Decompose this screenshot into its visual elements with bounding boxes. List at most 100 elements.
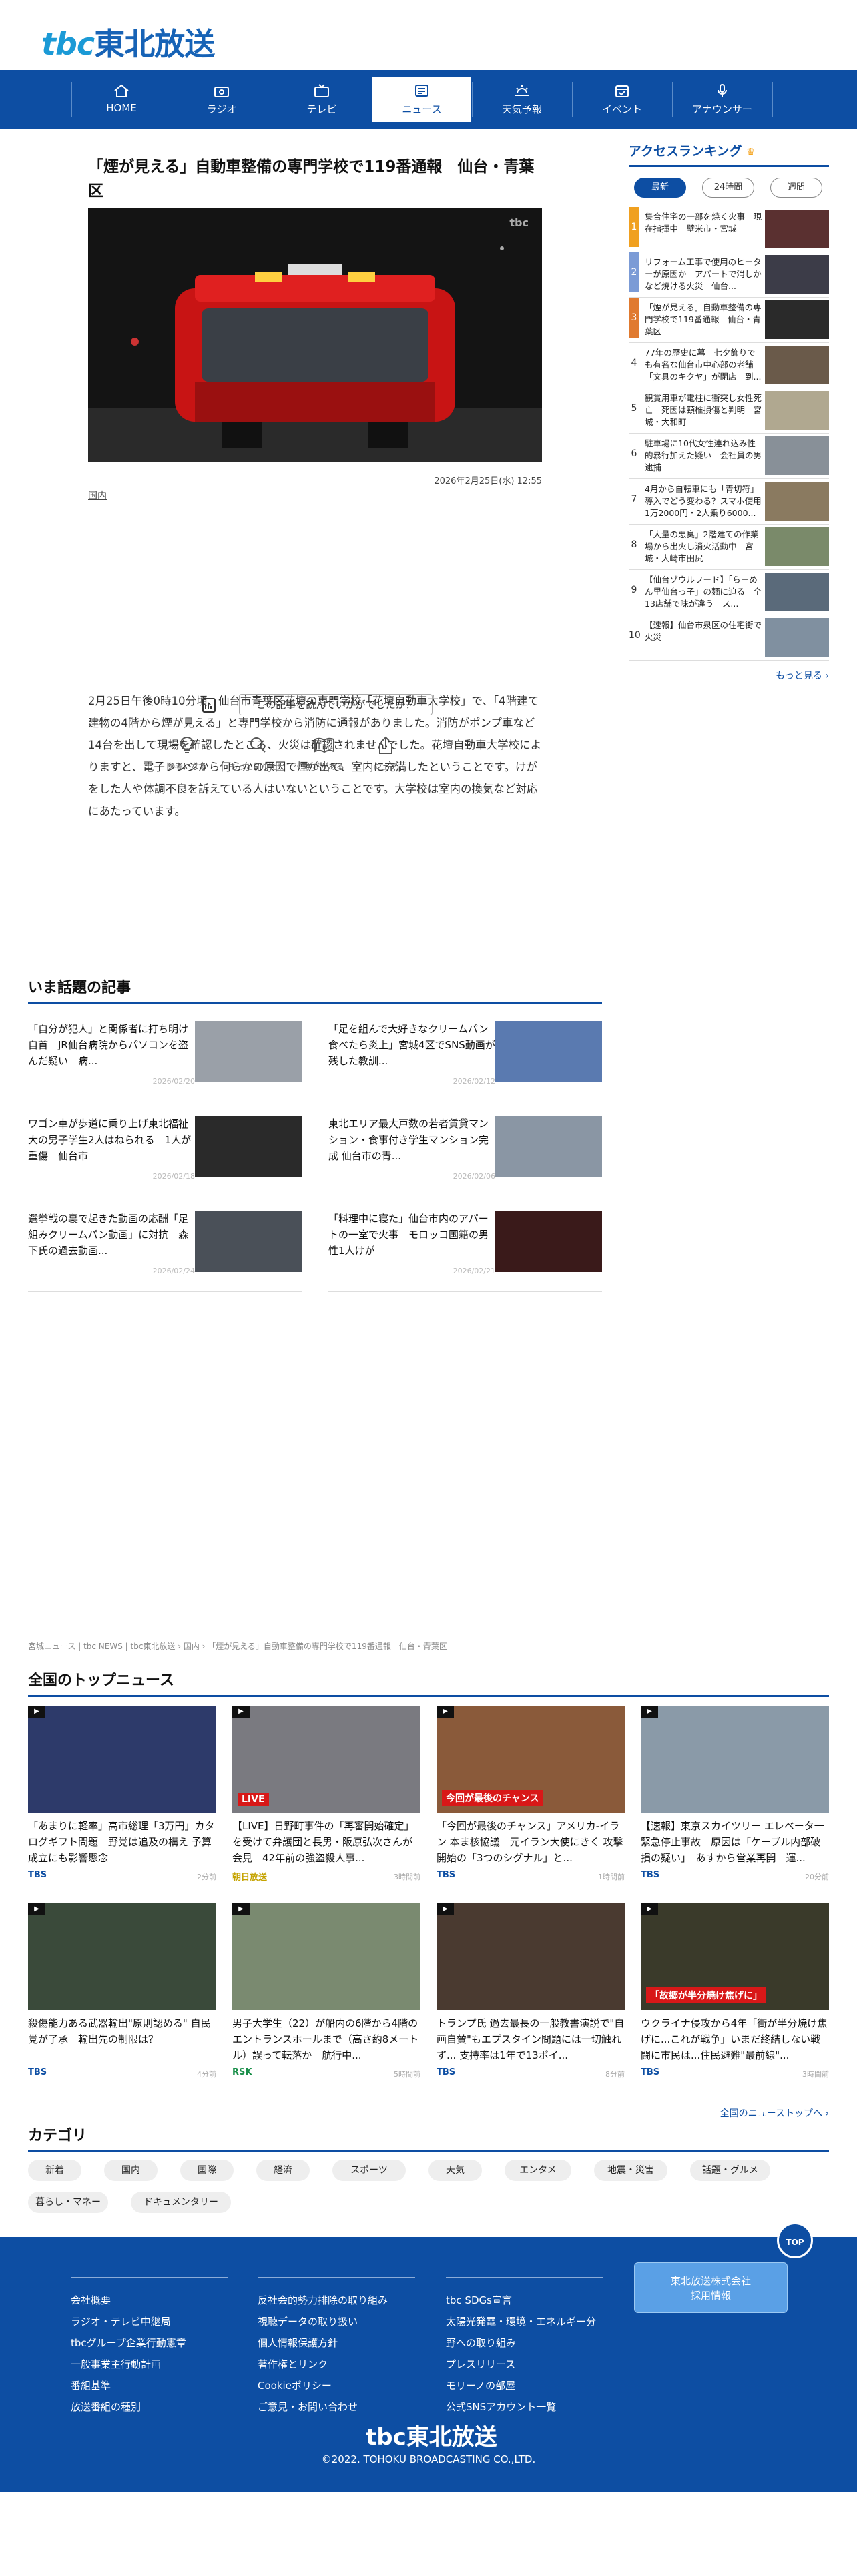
article: 「煙が見える」自動車整備の専門学校で119番通報 仙台・青葉区 tbc 2026… (88, 155, 542, 818)
category-chip[interactable]: 新着 (28, 2160, 81, 2181)
ranking-thumbnail (765, 346, 829, 384)
book-icon (314, 737, 334, 753)
national-news-card[interactable]: ▶ 今回が最後のチャンス 「今回が最後のチャンス」アメリカ-イラン 本ま核協議 元イ… (437, 1706, 625, 1893)
footer-link[interactable]: tbcグループ企業行動憲章 (71, 2332, 228, 2354)
news-source: TBS (28, 1870, 47, 1880)
footer-link[interactable]: ラジオ・テレビ中継局 (71, 2311, 228, 2332)
category-chip[interactable]: 国際 (180, 2160, 234, 2181)
category-chip[interactable]: 国内 (104, 2160, 158, 2181)
ranking-item[interactable]: 7 4月から自転車にも「青切符」導入でどう変わる？スマホ使用1万2000円・2人乗… (629, 479, 829, 525)
nav-home[interactable]: HOME (72, 77, 171, 122)
nav-event[interactable]: イベント (573, 77, 671, 122)
trending-item[interactable]: 「足を組んで大好きなクリームパン食べたら炎上」宮城4区でSNS動画が残した教訓.… (328, 1016, 602, 1102)
footer-link[interactable]: プレスリリース (446, 2354, 603, 2375)
nav-news[interactable]: ニュース (372, 77, 471, 122)
ranking-item[interactable]: 4 77年の歴史に幕 七夕飾りでも有名な仙台市中心部の老舗「文具のキクヤ」が閉店 … (629, 343, 829, 388)
ranking-headline: 「大量の悪臭」2階建ての作業場から出火し消火活動中 宮城・大崎市田尻 (645, 529, 759, 563)
ranking-tab-weekly[interactable]: 週間 (770, 178, 822, 198)
recruit-button[interactable]: 東北放送株式会社 採用情報 (634, 2262, 788, 2313)
feedback-learn-button[interactable]: 学びがある (291, 735, 358, 772)
footer-link[interactable]: Cookieポリシー (258, 2375, 415, 2396)
footer-link[interactable]: 一般事業主行動計画 (71, 2354, 228, 2375)
lightbulb-icon (180, 737, 194, 753)
nav-radio[interactable]: ラジオ (172, 77, 271, 122)
feedback-helpful-button[interactable]: 参考になる (154, 735, 220, 772)
category-chip[interactable]: 経済 (256, 2160, 310, 2181)
news-icon (415, 85, 429, 97)
ranking-number: 2 (629, 252, 639, 292)
category-chip[interactable]: 地震・災害 (594, 2160, 667, 2181)
footer-link[interactable]: 著作権とリンク (258, 2354, 415, 2375)
ranking-number: 3 (629, 298, 639, 338)
ranking-tab-24h[interactable]: 24時間 (702, 178, 754, 198)
category-chip[interactable]: 話題・グルメ (690, 2160, 770, 2181)
ranking-item[interactable]: 9 【仙台ゾウルフード】「らーめん里仙台っ子」の麺に迫る 全13店舗で味が違う ス… (629, 570, 829, 615)
ranking-item[interactable]: 8 「大量の悪臭」2階建ての作業場から出火し消火活動中 宮城・大崎市田尻 (629, 525, 829, 570)
feedback-icon (202, 698, 216, 713)
trending-item[interactable]: ワゴン車が歩道に乗り上げ東北福祉大の男子学生2人はねられる 1人が重傷 仙台市 2… (28, 1110, 302, 1197)
category-chip[interactable]: 暮らし・マネー (28, 2192, 108, 2213)
footer-link[interactable]: モリーノの部屋 (446, 2375, 603, 2396)
trending-item[interactable]: 東北エリア最大戸数の若者賃貸マンション・食事付き学生マンション完成 仙台市の青.… (328, 1110, 602, 1197)
radio-icon (214, 87, 229, 97)
news-time: 20分前 (805, 1873, 829, 1881)
ranking-number: 6 (631, 448, 637, 459)
national-news-card[interactable]: ▶ 「あまりに軽率」高市総理「3万円」カタログギフト問題 野党は追及の構え 予算成… (28, 1706, 216, 1893)
trending-item[interactable]: 選挙戦の裏で起きた動画の応酬「足組みクリームパン動画」に対抗 森下氏の過去動画.… (28, 1205, 302, 1292)
ranking-item[interactable]: 5 観賞用車が電柱に衝突し女性死亡 死因は頸椎損傷と判明 宮城・大和町 (629, 388, 829, 434)
ranking-item[interactable]: 2 リフォーム工事で使用のヒーターが原因か アパートで消しかなど焼ける火災 仙台.… (629, 252, 829, 298)
back-to-top-button[interactable]: TOP (777, 2222, 813, 2258)
footer-link[interactable]: 視聴データの取り扱い (258, 2311, 415, 2332)
footer-link[interactable]: 個人情報保護方針 (258, 2332, 415, 2354)
ranking-item[interactable]: 6 駐車場に10代女性連れ込み性的暴行加えた疑い 会社員の男逮捕 (629, 434, 829, 479)
national-news-card[interactable]: ▶ トランプ氏 過去最長の一般教書演説で"自画自賛"もエプスタイン問題には一切触れ… (437, 1903, 625, 2090)
footer-link[interactable]: tbc SDGs宣言 (446, 2290, 603, 2311)
ranking-thumbnail (765, 436, 829, 475)
footer-link[interactable]: 番組基準 (71, 2375, 228, 2396)
trending-date: 2026/02/18 (152, 1172, 195, 1181)
footer-logo[interactable]: tbc東北放送 (366, 2419, 497, 2451)
trending-item[interactable]: 「料理中に寝た」仙台市内のアパートの一室で火事 モロッコ国籍の男性1人けが 202… (328, 1205, 602, 1292)
ranking-item[interactable]: 3 「煙が見える」自動車整備の専門学校で119番通報 仙台・青葉区 (629, 298, 829, 343)
ranking-item[interactable]: 1 集合住宅の一部を焼く火事 現在指揮中 壁米市・宮城 (629, 207, 829, 252)
footer-link[interactable]: 会社概要 (71, 2290, 228, 2311)
national-news-card[interactable]: ▶ 「故郷が半分焼け焦げに」 ウクライナ侵攻から4年「街が半分焼け焦げに...これが… (641, 1903, 829, 2090)
ranking-headline: 集合住宅の一部を焼く火事 現在指揮中 壁米市・宮城 (645, 212, 762, 234)
national-more-link[interactable]: 全国のニューストップへ › (720, 2106, 829, 2120)
national-news-card[interactable]: ▶ 殺傷能力ある武器輸出"原則認める" 自民党が了承 輸出先の制限は？ TBS 4分前 (28, 1903, 216, 2090)
nav-announcer[interactable]: アナウンサー (673, 77, 772, 122)
footer-link[interactable]: 放送番組の種別 (71, 2396, 228, 2418)
play-icon: ▶ (641, 1903, 658, 1915)
home-icon (114, 84, 129, 97)
ranking-item[interactable]: 10 【速報】仙台市泉区の住宅街で火災 (629, 615, 829, 661)
recruit-label: 東北放送株式会社 (670, 2275, 751, 2287)
footer-link[interactable]: 公式SNSアカウント一覧 (446, 2396, 603, 2418)
site-header: tbc東北放送 (0, 0, 857, 70)
trending-item[interactable]: 「自分が犯人」と関係者に打ち明け自首 JR仙台病院からパソコンを盗んだ疑い 病.… (28, 1016, 302, 1102)
share-button[interactable]: シェア (352, 735, 419, 772)
nav-tv[interactable]: テレビ (272, 77, 371, 122)
national-news-thumbnail: ▶ 今回が最後のチャンス (437, 1706, 625, 1813)
category-chip[interactable]: 天気 (429, 2160, 482, 2181)
trending-date: 2026/02/24 (152, 1267, 195, 1275)
footer-link[interactable]: 反社会的勢力排除の取り組み (258, 2290, 415, 2311)
category-chip[interactable]: エンタメ (505, 2160, 571, 2181)
site-logo[interactable]: tbc東北放送 (41, 20, 215, 64)
ranking-more-link[interactable]: もっと見る › (776, 669, 829, 682)
category-chip[interactable]: ドキュメンタリー (131, 2192, 231, 2213)
feedback-more-button[interactable]: もっと知りたい (224, 735, 291, 772)
footer-link[interactable]: 太陽光発電・環境・エネルギー分野への取り組み (446, 2311, 603, 2354)
article-category-link[interactable]: 国内 (88, 489, 107, 502)
national-news-card[interactable]: ▶ 男子大学生（22）が船内の6階から4階のエントランスホールまで（高さ約8メート… (232, 1903, 420, 2090)
footer-link[interactable]: ご意見・お問い合わせ (258, 2396, 415, 2418)
nav-weather[interactable]: 天気予報 (473, 77, 571, 122)
breadcrumb[interactable]: 宮城ニュース | tbc NEWS | tbc東北放送 › 国内 › 「煙が見え… (28, 1640, 447, 1652)
article-date: 2026年2月25日(水) 12:55 (434, 476, 542, 487)
national-news-card[interactable]: ▶ 【速報】東京スカイツリー エレベータ一緊急停止事故 原因は「ケーブル内部破損の… (641, 1706, 829, 1893)
ranking-number: 9 (631, 585, 637, 595)
ranking-tab-latest[interactable]: 最新 (634, 178, 686, 198)
share-icon (379, 736, 392, 754)
national-news-card[interactable]: ▶ LIVE 【LIVE】日野町事件の「再審開始確定」を受けて弁護団と長男・阪原弘次… (232, 1706, 420, 1893)
news-source: TBS (641, 1870, 660, 1880)
category-chip[interactable]: スポーツ (332, 2160, 406, 2181)
